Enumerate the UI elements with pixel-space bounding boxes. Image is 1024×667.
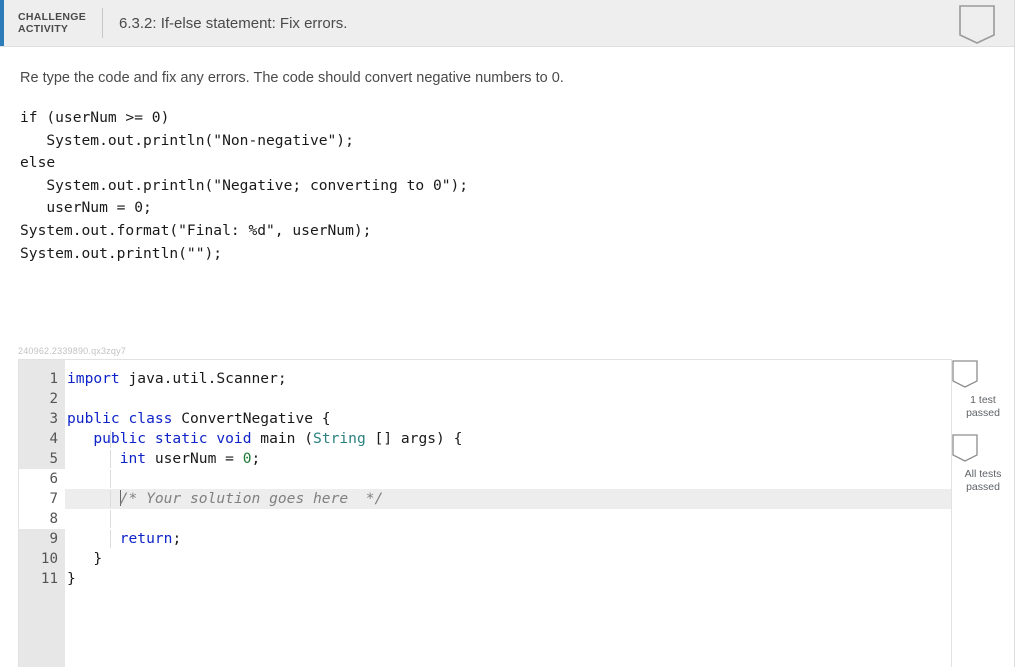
code-token: public class — [67, 410, 173, 427]
line-number: 11 — [19, 569, 65, 589]
line-text[interactable]: public class ConvertNegative { — [65, 409, 951, 429]
editor-line[interactable]: 11} — [19, 569, 951, 589]
line-text[interactable] — [65, 469, 951, 489]
line-text[interactable] — [65, 389, 951, 409]
editor-line[interactable]: 10 } — [19, 549, 951, 569]
editor-line[interactable]: 3 public class ConvertNegative { — [19, 409, 951, 429]
line-text[interactable]: int userNum = 0; — [65, 449, 951, 469]
indent-guide — [110, 510, 111, 528]
line-text[interactable]: return; — [65, 529, 951, 549]
editor-line[interactable]: 5 int userNum = 0; — [19, 449, 951, 469]
test-result-label: All tests passed — [964, 468, 1002, 493]
code-token: ; — [251, 450, 261, 467]
indent-guide — [110, 490, 111, 508]
code-token: import — [67, 370, 120, 387]
code-token: ; — [172, 530, 182, 547]
code-token: java.util.Scanner; — [119, 370, 287, 387]
test-result-item[interactable]: 1 test passed — [952, 360, 1014, 420]
test-result-item[interactable]: All tests passed — [952, 434, 1014, 494]
line-number: 2 — [19, 389, 65, 409]
prompt-instruction: Re type the code and fix any errors. The… — [20, 70, 564, 86]
editor-line[interactable]: 6 — [19, 469, 951, 489]
line-number: 4 — [19, 429, 65, 449]
bookmark-icon[interactable] — [952, 434, 1014, 463]
code-token: userNum = — [146, 450, 243, 467]
line-text[interactable]: public static void main (String [] args)… — [65, 429, 951, 449]
code-token: String — [313, 430, 366, 447]
code-token: main ( — [251, 430, 314, 447]
code-token: int — [67, 450, 147, 467]
indent-guide — [110, 530, 111, 548]
challenge-activity-frame: CHALLENGE ACTIVITY 6.3.2: If-else statem… — [0, 0, 1015, 667]
page-title: 6.3.2: If-else statement: Fix errors. — [119, 14, 348, 32]
indent-guide — [110, 450, 111, 468]
challenge-activity-kicker: CHALLENGE ACTIVITY — [18, 10, 87, 36]
editor-line[interactable]: 4 public static void main (String [] arg… — [19, 429, 951, 449]
code-token: } — [67, 550, 103, 567]
activity-header: CHALLENGE ACTIVITY 6.3.2: If-else statem… — [0, 0, 1014, 47]
line-number: 9 — [19, 529, 65, 549]
editor-line-list[interactable]: 1 import java.util.Scanner; 2 3 public class… — [19, 360, 951, 589]
editor-line[interactable]: 9 return; — [19, 529, 951, 549]
code-editor[interactable]: 1 import java.util.Scanner; 2 3 public class… — [18, 359, 952, 667]
line-text[interactable]: import java.util.Scanner; — [65, 369, 951, 389]
line-text[interactable]: } — [65, 549, 951, 569]
line-number: 8 — [19, 509, 65, 529]
line-number: 3 — [19, 409, 65, 429]
code-token: 0 — [242, 450, 252, 467]
line-number: 1 — [19, 369, 65, 389]
test-result-label: 1 test passed — [966, 394, 1000, 419]
editor-watermark: 240962.2339890.qx3zqy7 — [18, 346, 126, 356]
prompt-code-sample: if (userNum >= 0) System.out.println("No… — [20, 109, 469, 262]
editor-line[interactable]: 1 import java.util.Scanner; — [19, 369, 951, 389]
editor-line[interactable]: 7 /* Your solution goes here */ — [19, 489, 951, 509]
line-number: 7 — [19, 489, 65, 509]
line-number: 10 — [19, 549, 65, 569]
indent-guide — [110, 430, 111, 448]
prompt-body: Re type the code and fix any errors. The… — [0, 47, 1014, 265]
bookmark-icon[interactable] — [959, 5, 995, 45]
header-divider — [102, 8, 103, 38]
test-results-rail: 1 test passed All tests passed — [952, 48, 1014, 508]
code-token: /* Your solution goes here */ — [119, 490, 384, 507]
code-token: ConvertNegative { — [172, 410, 331, 427]
line-text[interactable] — [65, 509, 951, 529]
line-number: 6 — [19, 469, 65, 489]
line-text[interactable]: /* Your solution goes here */ — [65, 489, 951, 509]
line-number: 5 — [19, 449, 65, 469]
code-token: return — [119, 530, 173, 547]
editor-line[interactable]: 2 — [19, 389, 951, 409]
code-token: public static void — [67, 430, 252, 447]
code-token: } — [67, 570, 76, 587]
editor-line[interactable]: 8 — [19, 509, 951, 529]
indent-guide — [110, 470, 111, 488]
line-text[interactable]: } — [65, 569, 951, 589]
code-token: [] args) { — [365, 430, 463, 447]
bookmark-icon[interactable] — [952, 360, 1014, 389]
